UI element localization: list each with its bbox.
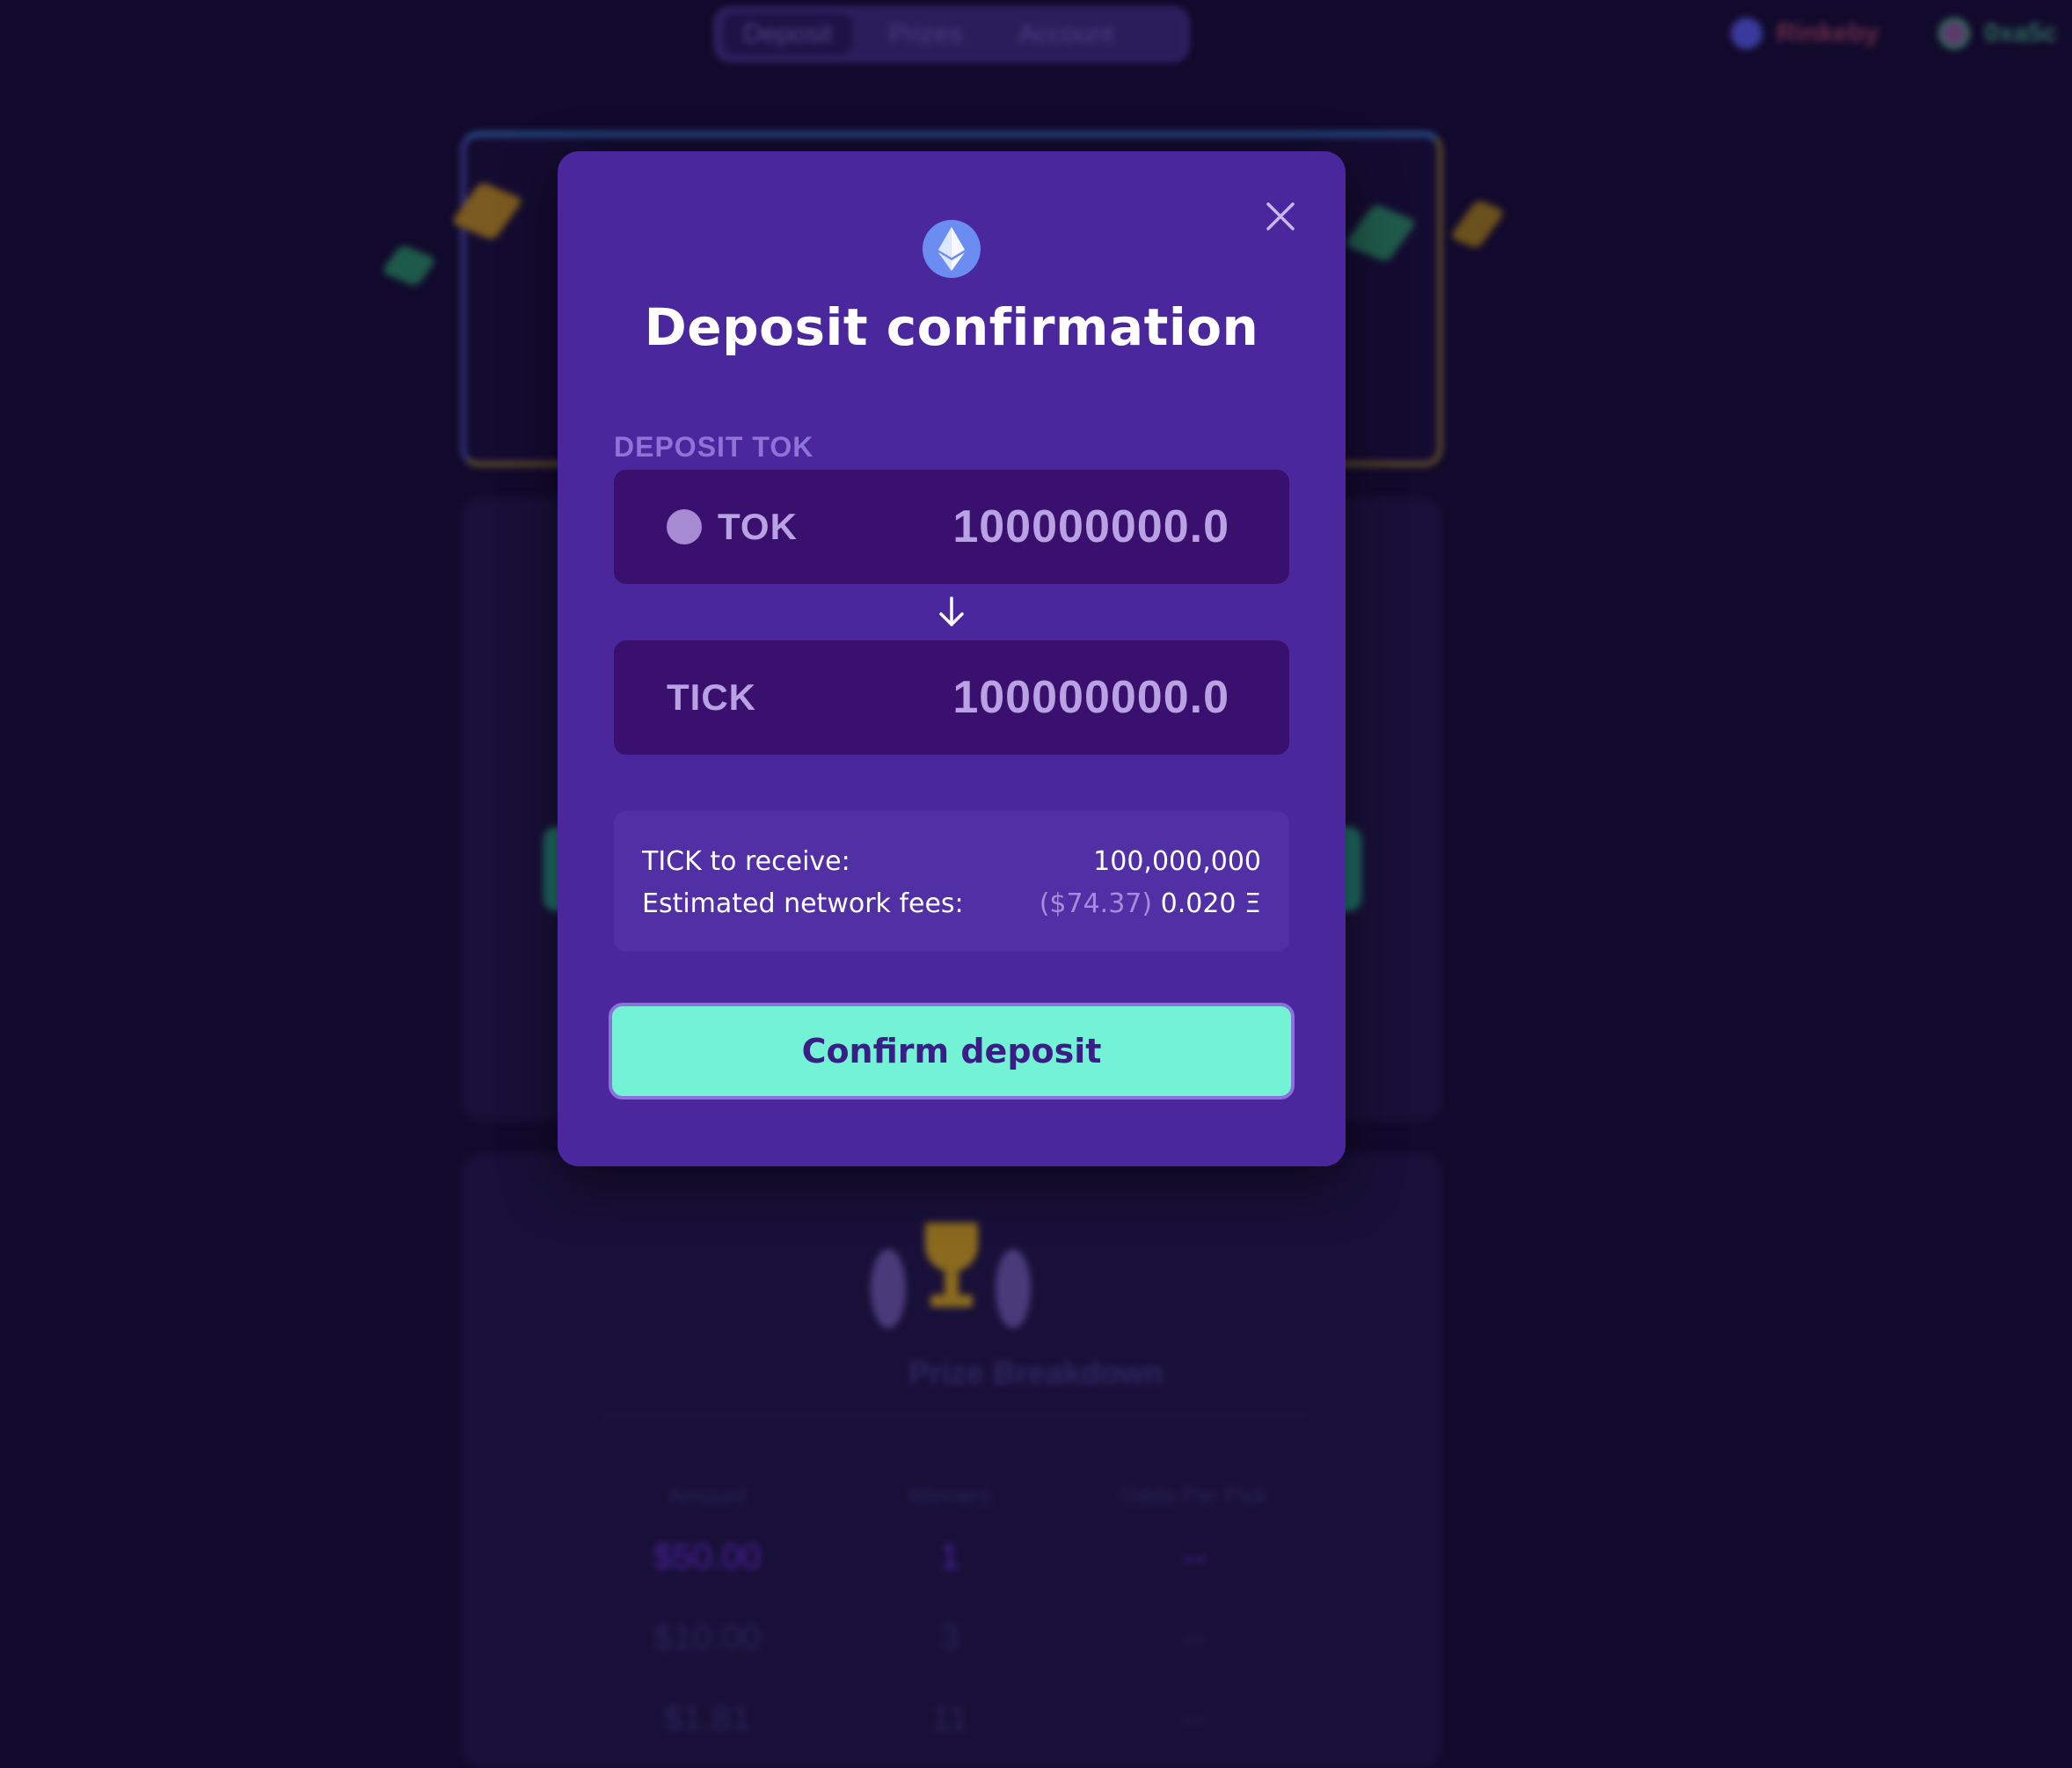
to-token-symbol: TICK — [667, 676, 756, 718]
prize-amount: $50.00 — [653, 1538, 762, 1576]
to-token-amount: 100000000.0 — [952, 672, 1229, 723]
prize-odds: -- — [1182, 1538, 1207, 1576]
summary-row-fees: Estimated network fees: ($74.37) 0.020 Ξ — [642, 883, 1261, 925]
tab-deposit[interactable]: Deposit — [724, 14, 852, 55]
modal-title: Deposit confirmation — [644, 297, 1259, 357]
fees-value: ($74.37) 0.020 Ξ — [1040, 883, 1261, 925]
tab-prizes[interactable]: Prizes — [870, 14, 981, 55]
prize-breakdown-title: Prize Breakdown — [908, 1355, 1164, 1391]
network-dot-icon — [1731, 18, 1762, 49]
summary-row-receive: TICK to receive: 100,000,000 — [642, 841, 1261, 883]
fees-label: Estimated network fees: — [642, 888, 964, 919]
network-indicator[interactable]: Rinkeby — [1731, 18, 1879, 49]
prize-odds: -- — [1182, 1699, 1207, 1738]
wallet-indicator[interactable]: 0xa5c — [1938, 18, 2057, 49]
network-label: Rinkeby — [1777, 18, 1879, 47]
prize-odds: -- — [1182, 1618, 1207, 1657]
from-token-amount: 100000000.0 — [952, 501, 1229, 552]
from-token-symbol: TOK — [718, 506, 798, 547]
prize-winners: 11 — [931, 1699, 968, 1738]
wallet-avatar-icon — [1938, 18, 1970, 49]
lightning-icon — [1448, 199, 1507, 250]
tab-account[interactable]: Account — [999, 14, 1133, 55]
deposit-confirmation-modal: Deposit confirmation DEPOSIT TOK TOK 100… — [558, 151, 1346, 1166]
top-nav: Deposit Prizes Account — [714, 7, 1189, 62]
to-token-field: TICK 100000000.0 — [614, 640, 1289, 755]
leaf-decoration-icon — [380, 244, 438, 288]
deposit-summary: TICK to receive: 100,000,000 Estimated n… — [614, 811, 1289, 952]
fees-eth: 0.020 Ξ — [1160, 888, 1261, 919]
ethereum-icon — [923, 220, 981, 278]
prize-amount: $10.00 — [653, 1618, 762, 1657]
col-header-odds: Odds Per Pick — [1120, 1482, 1268, 1509]
laurel-left-icon — [871, 1249, 906, 1328]
col-header-amount: Amount — [668, 1482, 747, 1509]
prize-winners: 3 — [939, 1618, 960, 1657]
receive-label: TICK to receive: — [642, 846, 850, 877]
close-icon[interactable] — [1263, 199, 1298, 234]
deposit-section-label: DEPOSIT TOK — [614, 431, 814, 463]
fees-usd: ($74.37) — [1039, 888, 1153, 919]
token-circle-icon — [667, 509, 702, 544]
trophy-icon — [925, 1223, 978, 1311]
confirm-deposit-button[interactable]: Confirm deposit — [609, 1003, 1295, 1100]
prize-amount: $1.81 — [662, 1699, 752, 1738]
prize-winners: 1 — [939, 1538, 960, 1576]
divider — [603, 1414, 1307, 1416]
receive-value: 100,000,000 — [1093, 846, 1261, 877]
wallet-address: 0xa5c — [1984, 18, 2058, 47]
col-header-winners: Winners — [908, 1482, 992, 1509]
from-token-field: TOK 100000000.0 — [614, 470, 1289, 584]
arrow-down-icon — [936, 595, 967, 630]
laurel-right-icon — [996, 1249, 1031, 1328]
